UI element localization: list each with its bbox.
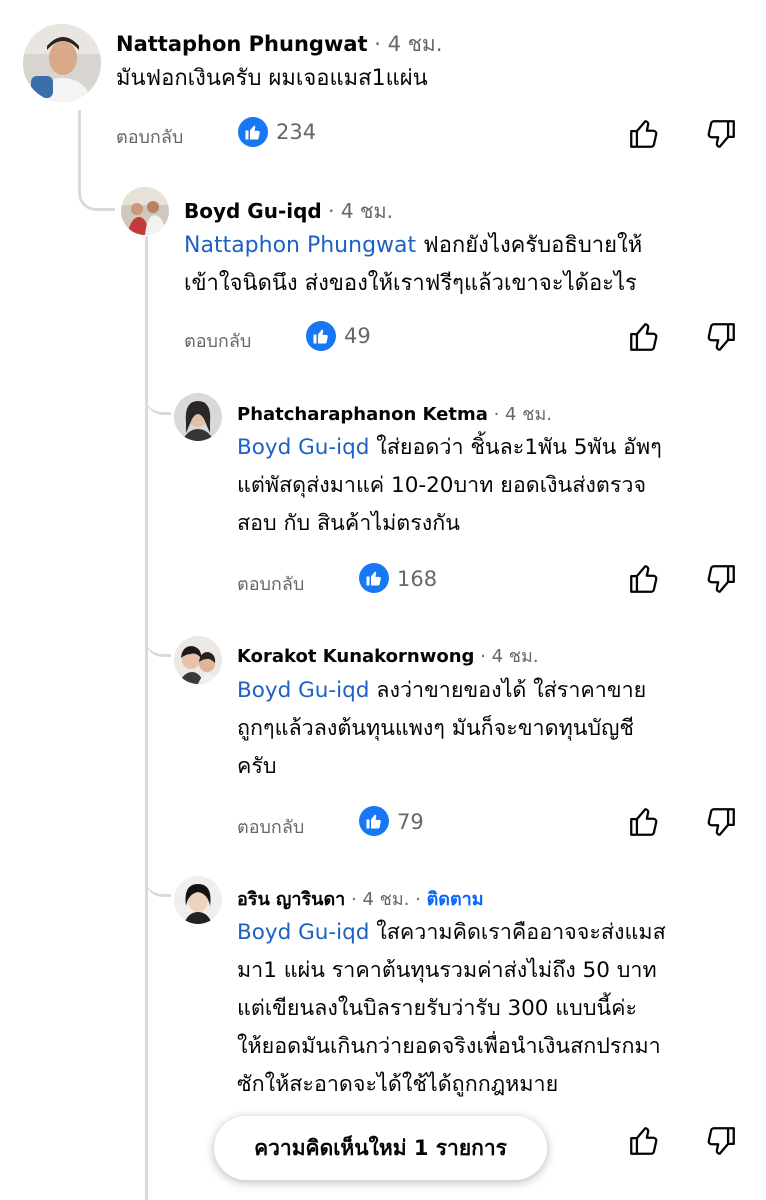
like-reaction-icon xyxy=(359,563,389,593)
comment-line: ถูกๆแล้วลงต้นทุนแพงๆ มันก็จะขาดทุนบัญชี xyxy=(237,716,634,741)
mention-link[interactable]: Nattaphon Phungwat xyxy=(184,233,416,258)
thread-connector xyxy=(145,852,171,897)
comment-line: ครับ xyxy=(237,754,277,779)
like-count[interactable]: 168 xyxy=(397,567,437,591)
comment-line: สอบ กับ สินค้าไม่ตรงกัน xyxy=(237,511,460,536)
comment-line: Boyd Gu-iqd ลงว่าขายของได้ ใส่ราคาขาย xyxy=(237,672,646,710)
commenter-name[interactable]: Nattaphon Phungwat · 4 ชม. xyxy=(116,28,442,61)
comment-time[interactable]: 4 ชม. xyxy=(341,199,393,223)
comment-time[interactable]: 4 ชม. xyxy=(362,889,409,910)
comment-line: เข้าใจนิดนึง ส่งของให้เราฟรีๆแล้วเขาจะได… xyxy=(184,271,637,296)
reply-button[interactable]: ตอบกลับ xyxy=(237,812,304,841)
separator-dot: · xyxy=(367,32,388,56)
comment-line: แต่เขียนลงในบิลรายรับว่ารับ 300 แบบนี้ค่… xyxy=(237,996,638,1021)
comment-time[interactable]: 4 ชม. xyxy=(492,646,539,667)
commenter-name-text[interactable]: Boyd Gu-iqd xyxy=(184,199,322,223)
thumbs-up-icon[interactable] xyxy=(627,320,661,354)
comment-text: Boyd Gu-iqd ลงว่าขายของได้ ใส่ราคาขาย ถู… xyxy=(237,672,646,786)
thread-connector xyxy=(145,612,171,657)
comment-text: Boyd Gu-iqd ใสความคิดเราคืออาจจะส่งแมส ม… xyxy=(237,914,666,1104)
mention-link[interactable]: Boyd Gu-iqd xyxy=(237,435,369,460)
comment-line-text: ใสความคิดเราคืออาจจะส่งแมส xyxy=(369,920,666,945)
avatar[interactable] xyxy=(174,393,222,441)
comment-line: แต่พัสดุส่งมาแค่ 10-20บาท ยอดเงินส่งตรวจ xyxy=(237,473,647,498)
separator-dot: · xyxy=(321,199,341,223)
reply-button[interactable]: ตอบกลับ xyxy=(116,122,183,151)
comment-text: มันฟอกเงินครับ ผมเจอแมส1แผ่น xyxy=(116,62,428,96)
comment-line: มา1 แผ่น ราคาต้นทุนรวมค่าส่งไม่ถึง 50 บา… xyxy=(237,958,657,983)
thumbs-up-icon[interactable] xyxy=(627,562,661,596)
commenter-name-text[interactable]: Korakot Kunakornwong xyxy=(237,646,474,667)
comment-line: มันฟอกเงินครับ ผมเจอแมส1แผ่น xyxy=(116,66,428,91)
commenter-name[interactable]: อริน ญาริน​ดา · 4 ชม. · ติดตาม xyxy=(237,884,484,913)
thumbs-down-icon[interactable] xyxy=(704,805,738,839)
separator-dot: · xyxy=(409,889,427,910)
commenter-name-text[interactable]: อริน ญาริน​ดา xyxy=(237,889,345,910)
thumbs-down-icon[interactable] xyxy=(704,1124,738,1158)
like-count[interactable]: 234 xyxy=(276,120,316,144)
mention-link[interactable]: Boyd Gu-iqd xyxy=(237,678,369,703)
comment-line: Boyd Gu-iqd ใสความคิดเราคืออาจจะส่งแมส xyxy=(237,914,666,952)
mention-link[interactable]: Boyd Gu-iqd xyxy=(237,920,369,945)
avatar[interactable] xyxy=(174,876,222,924)
comment-line: ซักให้สะอาดจะได้ใช้ได้ถูกกฎหมาย xyxy=(237,1072,559,1097)
comment-line-text: ฟอกยังไงครับอธิบายให้ xyxy=(416,233,643,258)
commenter-name[interactable]: Phatcharaphanon Ketma · 4 ชม. xyxy=(237,399,552,428)
like-reaction-icon xyxy=(238,117,268,147)
thumbs-up-icon[interactable] xyxy=(627,805,661,839)
like-reaction-icon xyxy=(359,806,389,836)
comment-line: Nattaphon Phungwat ฟอกยังไงครับอธิบายให้ xyxy=(184,227,642,265)
comment-time[interactable]: 4 ชม. xyxy=(388,32,443,56)
thumbs-down-icon[interactable] xyxy=(704,117,738,151)
commenter-name[interactable]: Korakot Kunakornwong · 4 ชม. xyxy=(237,641,539,670)
reply-button[interactable]: ตอบกลับ xyxy=(184,326,251,355)
comment-line-text: ลงว่าขายของได้ ใส่ราคาขาย xyxy=(369,678,647,703)
thumbs-down-icon[interactable] xyxy=(704,562,738,596)
like-count[interactable]: 49 xyxy=(344,324,371,348)
thumbs-up-icon[interactable] xyxy=(627,117,661,151)
separator-dot: · xyxy=(487,404,506,425)
like-count[interactable]: 79 xyxy=(397,810,424,834)
separator-dot: · xyxy=(474,646,492,667)
new-comments-button[interactable]: ความคิดเห็นใหม่ 1 รายการ xyxy=(214,1116,547,1180)
avatar[interactable] xyxy=(174,636,222,684)
commenter-name-text[interactable]: Nattaphon Phungwat xyxy=(116,32,368,56)
avatar[interactable] xyxy=(23,24,101,102)
like-reaction-icon xyxy=(306,321,336,351)
reply-button[interactable]: ตอบกลับ xyxy=(237,569,304,598)
comment-text: Boyd Gu-iqd ใส่ยอดว่า ชิ้นละ1พัน 5พัน อั… xyxy=(237,429,662,543)
comment-line: ให้ยอดมันเกินกว่ายอดจริงเพื่อนำเงินสกปรก… xyxy=(237,1034,661,1059)
thumbs-up-icon[interactable] xyxy=(627,1124,661,1158)
comment-line-text: ใส่ยอดว่า ชิ้นละ1พัน 5พัน อัพๆ xyxy=(369,435,662,460)
commenter-name[interactable]: Boyd Gu-iqd · 4 ชม. xyxy=(184,195,393,227)
comment-time[interactable]: 4 ชม. xyxy=(505,404,552,425)
thread-connector xyxy=(78,150,115,211)
thumbs-down-icon[interactable] xyxy=(704,320,738,354)
comment-line: Boyd Gu-iqd ใส่ยอดว่า ชิ้นละ1พัน 5พัน อั… xyxy=(237,429,662,467)
comment-text: Nattaphon Phungwat ฟอกยังไงครับอธิบายให้… xyxy=(184,227,642,303)
thread-connector xyxy=(145,370,171,415)
follow-button[interactable]: ติดตาม xyxy=(427,889,484,910)
separator-dot: · xyxy=(345,889,363,910)
avatar[interactable] xyxy=(121,187,169,235)
commenter-name-text[interactable]: Phatcharaphanon Ketma xyxy=(237,404,488,425)
